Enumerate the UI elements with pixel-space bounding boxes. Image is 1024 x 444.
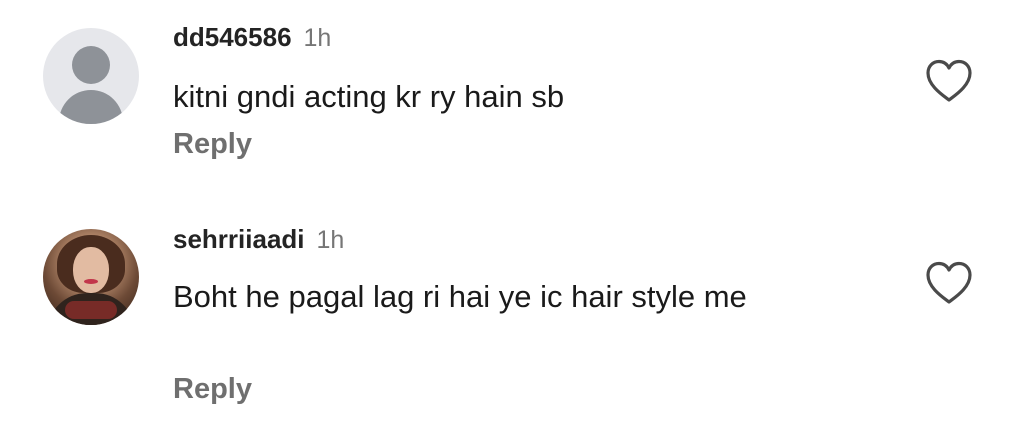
reply-button[interactable]: Reply xyxy=(173,128,252,161)
username-text[interactable]: sehrriiaadi xyxy=(173,224,305,254)
comment-timestamp: 1h xyxy=(303,24,332,52)
avatar[interactable] xyxy=(43,28,139,124)
default-avatar-shoulders xyxy=(59,90,123,124)
avatar[interactable] xyxy=(43,229,139,325)
avatar-photo-outfit-detail xyxy=(65,301,117,319)
heart-outline-icon xyxy=(926,261,972,304)
avatar-photo-lips xyxy=(84,279,98,284)
like-button[interactable] xyxy=(924,58,974,104)
reply-button[interactable]: Reply xyxy=(173,373,252,406)
avatar-photo-face xyxy=(73,247,109,293)
comment-item: dd546586 1h kitni gndi acting kr ry hain … xyxy=(0,0,1024,200)
comment-text: kitni gndi acting kr ry hain sb xyxy=(173,79,565,114)
comment-text: Boht he pagal lag ri hai ye ic hair styl… xyxy=(173,279,747,314)
comment-item: sehrriiaadi 1h Boht he pagal lag ri hai y… xyxy=(0,200,1024,444)
comment-username[interactable]: dd546586 1h xyxy=(173,22,331,53)
username-text[interactable]: dd546586 xyxy=(173,22,292,52)
like-button[interactable] xyxy=(924,260,974,306)
comment-timestamp: 1h xyxy=(316,226,345,254)
default-avatar-icon xyxy=(72,46,110,84)
comment-username[interactable]: sehrriiaadi 1h xyxy=(173,224,344,255)
heart-outline-icon xyxy=(926,59,972,102)
